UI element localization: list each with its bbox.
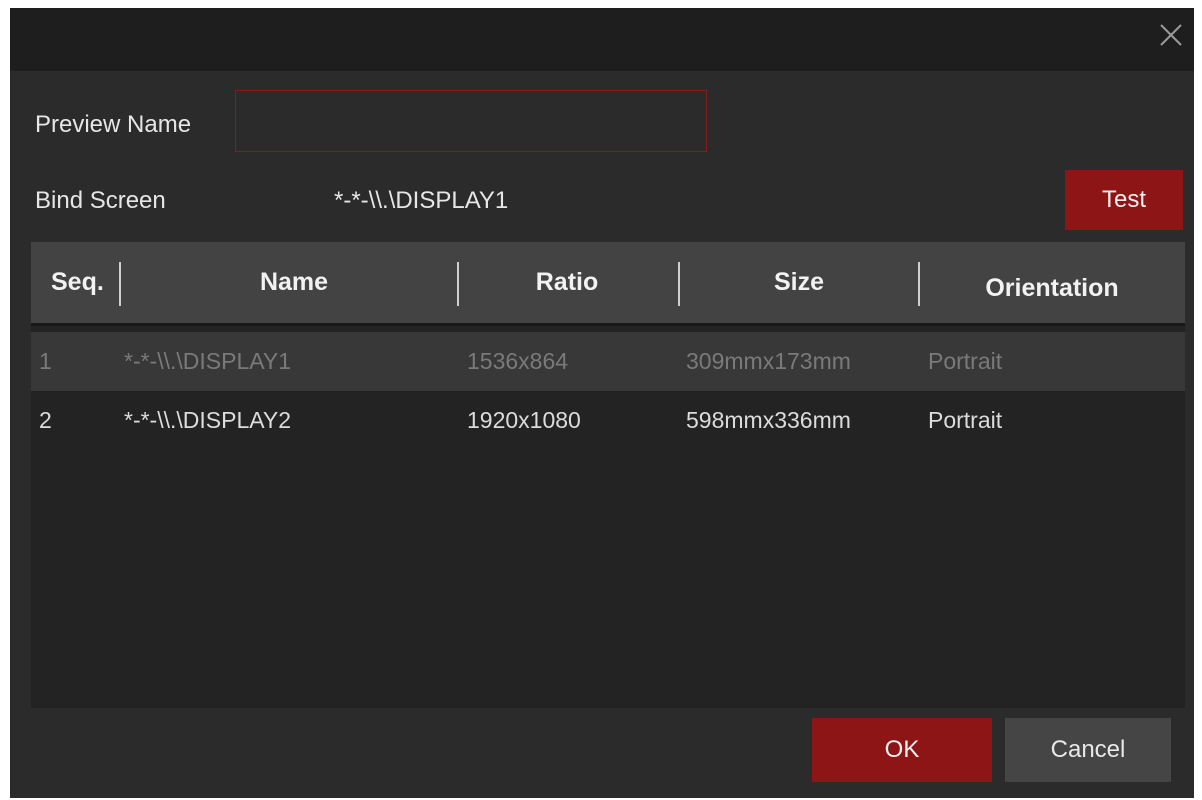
table-row[interactable]: 1 *-*-\\.\DISPLAY1 1536x864 309mmx173mm … [31,332,1185,391]
cell-orientation: Portrait [928,407,1003,433]
cell-name: *-*-\\.\DISPLAY2 [124,407,292,433]
column-header-ratio[interactable]: Ratio [457,242,677,322]
cancel-button[interactable]: Cancel [1005,718,1171,782]
cell-orientation: Portrait [928,348,1003,374]
bind-screen-value: *-*-\\.\DISPLAY1 [334,187,509,214]
column-header-name[interactable]: Name [131,242,457,322]
cell-ratio: 1920x1080 [467,407,581,433]
cell-seq: 2 [39,407,52,433]
column-header-orientation[interactable]: Orientation [919,248,1185,328]
cell-seq: 1 [39,348,52,374]
table-row[interactable]: 2 *-*-\\.\DISPLAY2 1920x1080 598mmx336mm… [31,391,1185,450]
column-header-seq[interactable]: Seq. [37,242,119,322]
table-header: Seq. Name Ratio Size Orientation [31,242,1185,326]
cell-size: 598mmx336mm [686,407,851,433]
test-button[interactable]: Test [1065,170,1183,230]
column-separator[interactable] [119,262,121,306]
close-icon [1160,24,1182,46]
column-header-size[interactable]: Size [679,242,919,322]
cell-size: 309mmx173mm [686,348,851,374]
bind-screen-label: Bind Screen [35,187,166,214]
title-bar [10,8,1194,71]
cell-ratio: 1536x864 [467,348,569,374]
preview-name-input[interactable] [235,90,707,152]
preview-dialog: Preview Name Bind Screen *-*-\\.\DISPLAY… [10,8,1194,798]
ok-button[interactable]: OK [812,718,992,782]
preview-name-label: Preview Name [35,111,192,138]
display-table: Seq. Name Ratio Size Orientation 1 *-*-\… [31,242,1185,708]
cell-name: *-*-\\.\DISPLAY1 [124,348,292,374]
close-button[interactable] [1158,22,1184,48]
